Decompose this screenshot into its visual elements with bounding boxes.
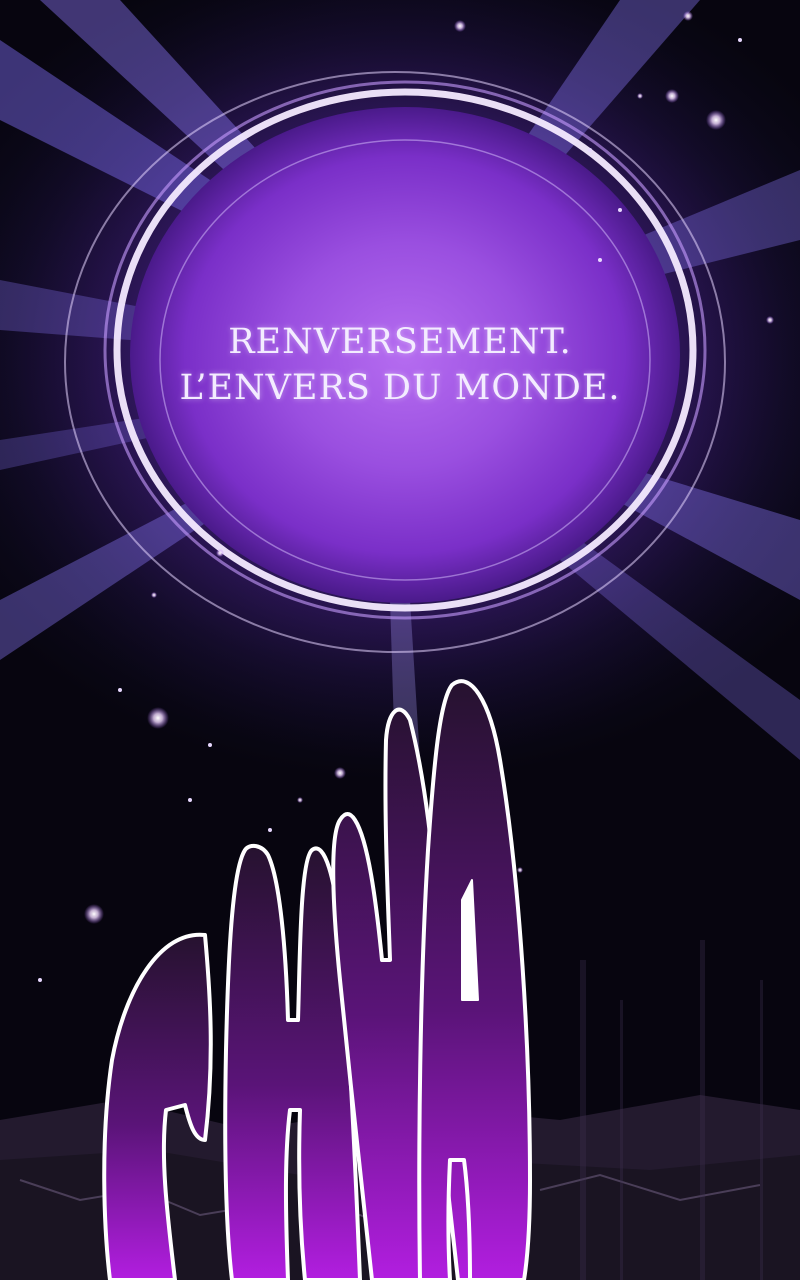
- sound-effect-chwa: [102, 679, 532, 1280]
- sfx-letter-c: [102, 932, 213, 1280]
- comic-panel: RENVERSEMENT. L’ENVERS DU MONDE.: [0, 0, 800, 1280]
